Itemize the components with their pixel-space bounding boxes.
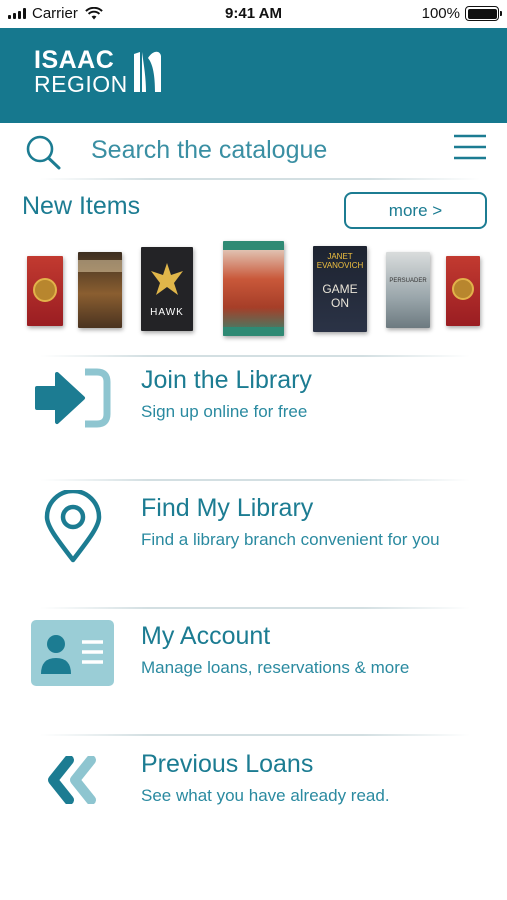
hamburger-menu-icon[interactable] bbox=[453, 133, 487, 161]
my-account-title: My Account bbox=[141, 622, 271, 650]
previous-loans-item[interactable]: Previous Loans See what you have already… bbox=[0, 746, 507, 856]
new-items-carousel[interactable]: HAWK JANET EVANOVICH GAME ON PERSUADER bbox=[0, 238, 507, 343]
divider bbox=[40, 607, 470, 609]
more-button[interactable]: more > bbox=[344, 192, 487, 229]
my-account-item[interactable]: My Account Manage loans, reservations & … bbox=[0, 618, 507, 728]
join-library-subtitle: Sign up online for free bbox=[141, 402, 308, 421]
book-cover[interactable] bbox=[223, 241, 284, 336]
divider bbox=[40, 479, 470, 481]
find-library-title: Find My Library bbox=[141, 494, 314, 522]
new-items-heading: New Items bbox=[22, 192, 141, 220]
battery-percent: 100% bbox=[421, 5, 460, 22]
battery-icon bbox=[465, 6, 502, 21]
status-bar: Carrier 9:41 AM 100% bbox=[0, 0, 507, 28]
search-bar[interactable]: Search the catalogue bbox=[0, 123, 507, 179]
sign-in-arrow-icon bbox=[35, 368, 111, 428]
join-library-item[interactable]: Join the Library Sign up online for free bbox=[0, 362, 507, 472]
join-library-title: Join the Library bbox=[141, 366, 312, 394]
book-cover[interactable] bbox=[27, 256, 63, 326]
id-card-icon bbox=[31, 620, 114, 686]
search-icon[interactable] bbox=[24, 134, 62, 170]
my-account-subtitle: Manage loans, reservations & more bbox=[141, 658, 410, 677]
divider bbox=[40, 178, 480, 180]
previous-loans-title: Previous Loans bbox=[141, 750, 314, 778]
find-library-item[interactable]: Find My Library Find a library branch co… bbox=[0, 490, 507, 600]
double-chevron-left-icon bbox=[48, 756, 96, 804]
find-library-subtitle: Find a library branch convenient for you bbox=[141, 530, 440, 549]
book-cover[interactable]: HAWK bbox=[141, 247, 193, 331]
divider bbox=[40, 355, 470, 357]
logo-mark-icon bbox=[133, 51, 161, 92]
isaac-region-logo[interactable]: ISAAC REGION bbox=[34, 48, 162, 96]
book-cover[interactable]: JANET EVANOVICH GAME ON bbox=[313, 246, 367, 332]
book-cover[interactable] bbox=[78, 252, 122, 328]
logo-text: ISAAC REGION bbox=[34, 48, 128, 96]
logo-line-1: ISAAC bbox=[34, 46, 115, 74]
map-pin-icon bbox=[44, 490, 102, 563]
divider bbox=[40, 734, 470, 736]
previous-loans-subtitle: See what you have already read. bbox=[141, 786, 390, 805]
search-input[interactable]: Search the catalogue bbox=[91, 136, 327, 165]
book-cover[interactable] bbox=[446, 256, 480, 326]
logo-line-2: REGION bbox=[34, 71, 128, 97]
status-right: 100% bbox=[421, 5, 502, 22]
app-header: ISAAC REGION bbox=[0, 28, 507, 123]
book-cover[interactable]: PERSUADER bbox=[386, 252, 430, 328]
